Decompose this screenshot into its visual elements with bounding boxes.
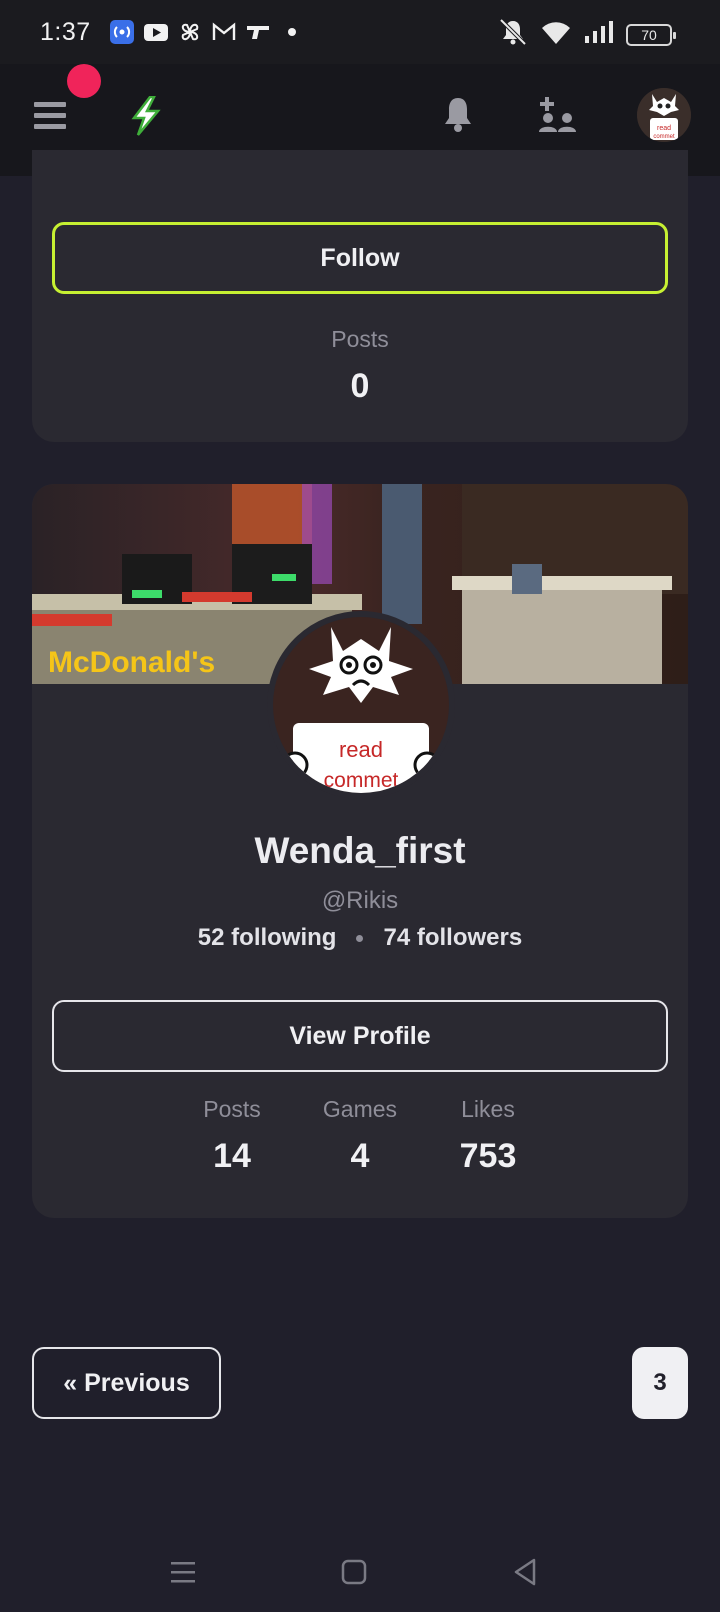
posts-label: Posts	[331, 326, 389, 352]
menu-icon[interactable]	[34, 102, 66, 130]
banner-text: McDonald's	[48, 646, 215, 679]
menu-icon[interactable]	[163, 1552, 203, 1592]
games-label: Games	[322, 1096, 398, 1122]
profile-card-previous: Follow Posts 0	[32, 150, 688, 442]
bell-icon[interactable]	[440, 94, 476, 134]
svg-text:read: read	[657, 125, 671, 132]
posts-stat: Posts 0	[280, 326, 440, 406]
follow-button[interactable]: Follow	[52, 222, 668, 294]
avatar-text-read: read	[339, 737, 383, 762]
mute-icon	[498, 18, 528, 51]
follow-stats: 52 following 74 followers	[32, 924, 688, 952]
dot-icon	[279, 19, 305, 45]
lightning-logo-icon[interactable]	[128, 95, 164, 136]
profile-handle: @Rikis	[321, 887, 399, 914]
status-bar: 1:37 70	[0, 0, 720, 64]
notification-dot	[67, 64, 101, 98]
likes-stat: Likes 753	[428, 1096, 548, 1176]
gmail-icon	[211, 19, 237, 45]
avatar-text-commet: commet	[324, 769, 399, 792]
radio-icon	[109, 19, 135, 45]
view-profile-button[interactable]: View Profile	[52, 1000, 668, 1072]
posts-value: 14	[213, 1137, 251, 1175]
add-friend-icon[interactable]	[537, 94, 579, 134]
likes-value: 753	[459, 1137, 517, 1175]
back-icon[interactable]	[506, 1552, 546, 1592]
profile-card-wenda: McDonald's read commet Wenda_first @Riki…	[32, 484, 688, 1218]
profile-username: Wenda_first	[254, 830, 466, 871]
pinwheel-icon	[177, 19, 203, 45]
previous-page-button[interactable]: « Previous	[32, 1347, 221, 1419]
separator-dot	[356, 934, 364, 942]
likes-label: Likes	[461, 1096, 515, 1122]
user-avatar[interactable]: read commet	[637, 88, 691, 142]
svg-text:commet: commet	[653, 134, 675, 140]
wifi-icon	[540, 19, 572, 50]
games-value: 4	[350, 1137, 370, 1175]
system-nav-bar	[0, 1530, 720, 1612]
status-right: 70	[498, 18, 676, 51]
youtube-icon	[143, 19, 169, 45]
posts-value: 0	[350, 367, 370, 405]
current-page-button[interactable]: 3	[632, 1347, 688, 1419]
posts-stat: Posts 14	[172, 1096, 292, 1176]
signal-icon	[584, 20, 614, 49]
profile-avatar: read commet	[267, 611, 455, 799]
posts-label: Posts	[203, 1096, 261, 1122]
followers-count[interactable]: 74 followers	[383, 924, 522, 952]
gun-icon	[245, 19, 271, 45]
following-count[interactable]: 52 following	[198, 924, 337, 952]
status-time: 1:37	[40, 17, 91, 46]
games-stat: Games 4	[300, 1096, 420, 1176]
home-icon[interactable]	[334, 1552, 374, 1592]
battery-icon: 70	[626, 23, 676, 46]
